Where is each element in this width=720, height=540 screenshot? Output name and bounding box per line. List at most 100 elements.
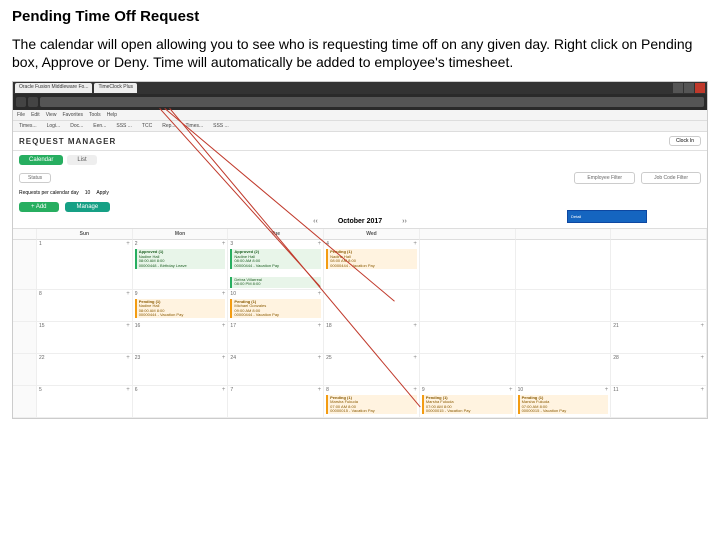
calendar-cell[interactable]: [611, 240, 707, 289]
add-event-icon[interactable]: +: [222, 241, 226, 247]
calendar-cell[interactable]: [420, 322, 516, 354]
manage-button[interactable]: Manage: [65, 202, 111, 212]
browser-tab[interactable]: TimeClock Plus: [94, 83, 137, 93]
calendar-cell[interactable]: 22+: [37, 354, 133, 386]
approved-event[interactable]: Debra Villarreal08:00 PM 8:00: [230, 277, 321, 288]
pending-event[interactable]: Pending (1)Nadine Hall08:00 AM 8:0000000…: [135, 299, 226, 319]
add-event-icon[interactable]: +: [509, 387, 513, 393]
calendar-cell[interactable]: 15+: [37, 322, 133, 354]
next-month[interactable]: ››: [402, 218, 407, 225]
calendar-cell[interactable]: [516, 354, 612, 386]
window-close[interactable]: [695, 83, 705, 93]
pending-event[interactable]: Pending (1)Marsha Fukuda07:00 AM 8:00000…: [326, 395, 417, 415]
add-event-icon[interactable]: +: [222, 323, 226, 329]
pending-event[interactable]: Pending (1)Marsha Fukuda07:00 AM 8:00000…: [422, 395, 513, 415]
add-event-icon[interactable]: +: [413, 241, 417, 247]
calendar-cell[interactable]: 5+: [37, 386, 133, 418]
calendar-cell[interactable]: 25+: [324, 354, 420, 386]
add-event-icon[interactable]: +: [318, 387, 322, 393]
menu-item[interactable]: Edit: [31, 112, 40, 118]
calendar-cell[interactable]: 10+Pending (1)Michael Gonzales09:00 AM 8…: [228, 290, 324, 322]
calendar-cell[interactable]: [516, 322, 612, 354]
calendar-cell[interactable]: [420, 290, 516, 322]
calendar-cell[interactable]: 9+Pending (1)Nadine Hall08:00 AM 8:00000…: [133, 290, 229, 322]
add-event-icon[interactable]: +: [700, 323, 704, 329]
pending-event[interactable]: Pending (1)Marsha Fukuda07:00 AM 8:00000…: [518, 395, 609, 415]
calendar-cell[interactable]: 1+: [37, 240, 133, 289]
calendar-cell[interactable]: 11+: [611, 386, 707, 418]
add-event-icon[interactable]: +: [318, 291, 322, 297]
tab-list[interactable]: List: [67, 155, 96, 165]
calendar-cell[interactable]: [420, 354, 516, 386]
calendar-cell[interactable]: 3+Approved (2)Nadine Hall08:00 AM 8:0000…: [228, 240, 324, 289]
requests-per-value[interactable]: 10: [85, 190, 91, 196]
add-event-icon[interactable]: +: [126, 291, 130, 297]
forward-button[interactable]: [28, 97, 38, 107]
calendar-cell[interactable]: 16+: [133, 322, 229, 354]
pending-event[interactable]: Pending (1)Michael Gonzales09:00 AM 8:00…: [230, 299, 321, 319]
add-event-icon[interactable]: +: [126, 323, 130, 329]
calendar-cell[interactable]: 28+: [611, 354, 707, 386]
window-maximize[interactable]: [684, 83, 694, 93]
add-event-icon[interactable]: +: [413, 323, 417, 329]
calendar-cell[interactable]: 10+Pending (1)Marsha Fukuda07:00 AM 8:00…: [516, 386, 612, 418]
bookmark[interactable]: Times...: [17, 123, 39, 129]
add-button[interactable]: + Add: [19, 202, 59, 212]
employee-filter-button[interactable]: Employee Filter: [574, 172, 635, 184]
month-label: October 2017: [338, 218, 382, 225]
apply-button[interactable]: Apply: [96, 190, 109, 196]
bookmark[interactable]: SSS ...: [211, 123, 231, 129]
add-event-icon[interactable]: +: [126, 355, 130, 361]
add-event-icon[interactable]: +: [700, 355, 704, 361]
clock-in-button[interactable]: Clock In: [669, 136, 701, 146]
calendar-cell[interactable]: 6+: [133, 386, 229, 418]
add-event-icon[interactable]: +: [318, 355, 322, 361]
bookmark[interactable]: Logi...: [45, 123, 63, 129]
approved-event[interactable]: Approved (2)Nadine Hall08:00 AM 8:000000…: [230, 249, 321, 269]
calendar-cell[interactable]: 23+: [133, 354, 229, 386]
status-filter[interactable]: Status: [19, 173, 51, 183]
calendar-cell[interactable]: 7+: [228, 386, 324, 418]
pending-event[interactable]: Pending (1)Nadine Hall08:00 AM 8:0000000…: [326, 249, 417, 269]
add-event-icon[interactable]: +: [222, 355, 226, 361]
add-event-icon[interactable]: +: [126, 241, 130, 247]
menu-item[interactable]: Favorites: [62, 112, 83, 118]
prev-month[interactable]: ‹‹: [313, 218, 318, 225]
bookmark[interactable]: TCC: [140, 123, 154, 129]
add-event-icon[interactable]: +: [318, 323, 322, 329]
calendar-cell[interactable]: 24+: [228, 354, 324, 386]
add-event-icon[interactable]: +: [700, 387, 704, 393]
calendar-cell[interactable]: [516, 240, 612, 289]
calendar-cell[interactable]: [516, 290, 612, 322]
menu-item[interactable]: Help: [107, 112, 117, 118]
calendar-cell[interactable]: [324, 290, 420, 322]
add-event-icon[interactable]: +: [126, 387, 130, 393]
calendar-cell[interactable]: 2+Approved (1)Nadine Hall08:00 AM 8:0000…: [133, 240, 229, 289]
menu-item[interactable]: View: [46, 112, 57, 118]
add-event-icon[interactable]: +: [222, 387, 226, 393]
browser-tab[interactable]: Oracle Fusion Middleware Fo...: [15, 83, 92, 93]
tab-calendar[interactable]: Calendar: [19, 155, 63, 165]
window-minimize[interactable]: [673, 83, 683, 93]
back-button[interactable]: [16, 97, 26, 107]
calendar-cell[interactable]: [420, 240, 516, 289]
bookmark[interactable]: Een...: [91, 123, 108, 129]
bookmark[interactable]: SSS ...: [114, 123, 134, 129]
calendar-cell[interactable]: 8+: [37, 290, 133, 322]
menu-item[interactable]: Tools: [89, 112, 101, 118]
bookmark[interactable]: Doc...: [68, 123, 85, 129]
calendar-cell[interactable]: [611, 290, 707, 322]
url-field[interactable]: [40, 97, 704, 107]
add-event-icon[interactable]: +: [413, 387, 417, 393]
add-event-icon[interactable]: +: [413, 355, 417, 361]
calendar-cell[interactable]: 9+Pending (1)Marsha Fukuda07:00 AM 8:000…: [420, 386, 516, 418]
menu-item[interactable]: File: [17, 112, 25, 118]
calendar-cell[interactable]: 17+: [228, 322, 324, 354]
calendar-cell[interactable]: 21+: [611, 322, 707, 354]
add-event-icon[interactable]: +: [318, 241, 322, 247]
add-event-icon[interactable]: +: [605, 387, 609, 393]
add-event-icon[interactable]: +: [222, 291, 226, 297]
approved-event[interactable]: Approved (1)Nadine Hall08:00 AM 8:000000…: [135, 249, 226, 269]
jobcode-filter-button[interactable]: Job Code Filter: [641, 172, 701, 184]
detail-popup[interactable]: Detail: [567, 210, 647, 223]
